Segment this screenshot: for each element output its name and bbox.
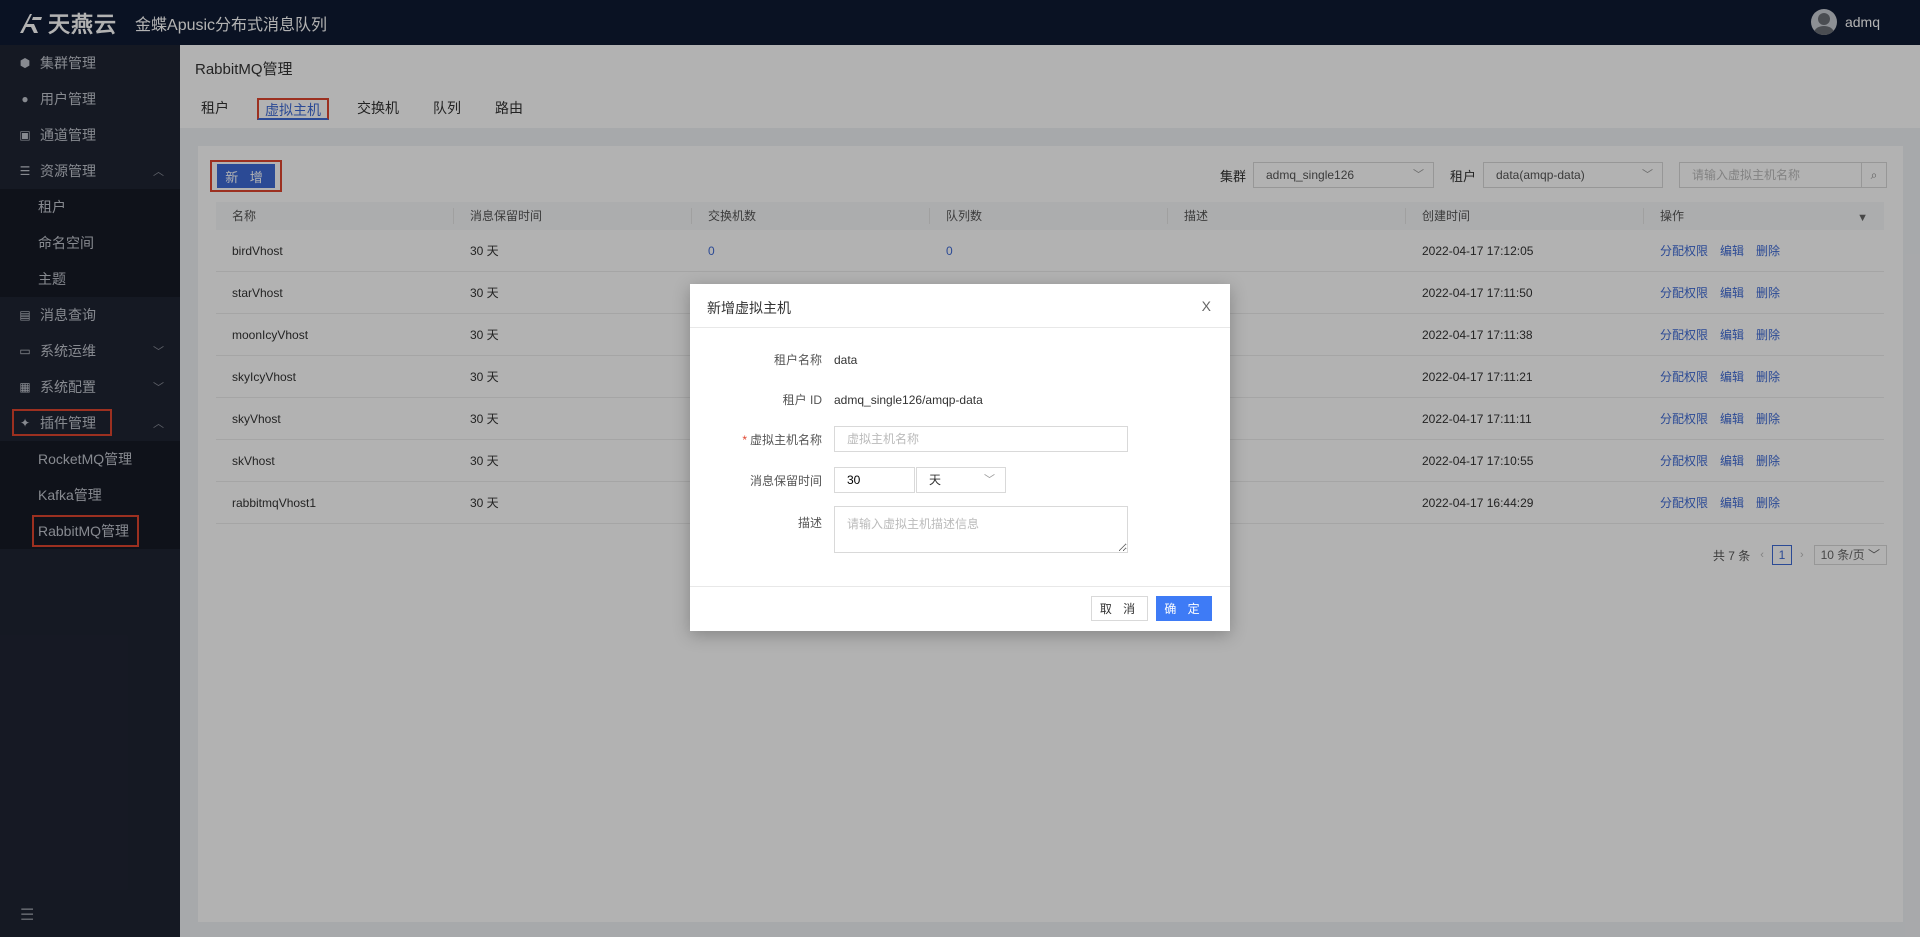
dialog-header: 新增虚拟主机 X — [690, 284, 1230, 328]
retention-unit-value: 天 — [929, 473, 942, 487]
description-textarea[interactable] — [834, 506, 1128, 553]
retention-input[interactable] — [834, 467, 915, 493]
required-mark: * — [742, 432, 747, 447]
retention-unit-select[interactable]: 天 ﹀ — [916, 467, 1006, 493]
retention-label: 消息保留时间 — [749, 473, 822, 488]
dialog-title: 新增虚拟主机 — [707, 300, 791, 316]
description-label: 描述 — [797, 516, 822, 530]
add-vhost-dialog: 新增虚拟主机 X 租户名称 data 租户 ID admq_single126/… — [690, 284, 1230, 631]
form-row-description: 描述 — [690, 506, 1230, 553]
vhost-name-input[interactable] — [834, 426, 1128, 452]
form-row-vhost-name: * 虚拟主机名称 — [690, 426, 1230, 452]
form-row-tenant-name: 租户名称 data — [690, 351, 1230, 368]
tenant-name-label: 租户名称 — [773, 353, 822, 367]
tenant-name-value: data — [834, 352, 858, 367]
tenant-id-value: admq_single126/amqp-data — [834, 392, 983, 407]
close-icon[interactable]: X — [1202, 298, 1211, 314]
dialog-footer: 取 消 确 定 — [690, 586, 1230, 631]
tenant-id-label: 租户 ID — [782, 393, 822, 407]
vhost-name-label-text: 虚拟主机名称 — [749, 432, 822, 447]
vhost-name-label: * 虚拟主机名称 — [690, 431, 822, 448]
cancel-button[interactable]: 取 消 — [1091, 596, 1148, 621]
form-row-retention: 消息保留时间 天﹀ — [690, 467, 1230, 493]
confirm-button[interactable]: 确 定 — [1156, 596, 1212, 621]
form-row-tenant-id: 租户 ID admq_single126/amqp-data — [690, 391, 1230, 408]
chevron-down-icon: ﹀ — [984, 474, 995, 486]
